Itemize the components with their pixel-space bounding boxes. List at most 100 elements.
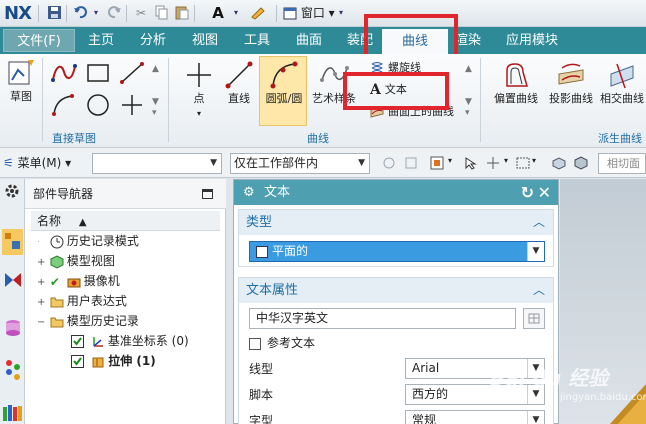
text-properties-header[interactable]: 文本属性 ︿ [239, 278, 553, 303]
type-section: 类型 ︿ 平面的 ▼ [238, 209, 554, 267]
dialog-settings-icon[interactable]: ⚙ [243, 180, 255, 205]
tab-assembly[interactable]: 装配 [340, 27, 380, 54]
shaded-view-icon[interactable] [552, 156, 566, 170]
intersect-curve-icon [610, 63, 634, 89]
rectangle-icon [87, 64, 109, 82]
line-type-label: 线型 [249, 362, 274, 376]
tab-render[interactable]: 渲染 [448, 27, 488, 54]
group-label-direct-sketch: 直接草图 [52, 132, 96, 145]
rectangle-select-icon[interactable] [516, 156, 530, 170]
type-section-header[interactable]: 类型 ︿ [239, 210, 553, 235]
close-icon[interactable]: ✕ [538, 180, 551, 205]
sketch-line-button[interactable] [118, 60, 146, 89]
model-view-icon [50, 254, 64, 269]
baidu-watermark-url: jingyan.baidu.com [560, 392, 646, 403]
tab-view[interactable]: 视图 [184, 27, 226, 54]
checkbox-checked-icon [71, 355, 84, 368]
constraint-navigator-icon[interactable] [3, 317, 23, 342]
clock-icon [50, 235, 64, 248]
cut-icon[interactable]: ✂ [133, 5, 149, 21]
text-options-button[interactable] [523, 308, 545, 329]
snap-point-icon[interactable] [430, 156, 444, 170]
sketch-button[interactable]: 草图 [4, 58, 38, 104]
column-header-name[interactable]: 名称 ▲ [31, 211, 220, 231]
gallery-scroll[interactable]: ▲ ▼ ▾ [152, 64, 159, 119]
snap-settings-icon[interactable] [382, 156, 396, 170]
rectangle-dropdown-icon[interactable]: ▾ [532, 156, 546, 170]
file-menu[interactable]: 文件(F) [3, 29, 75, 52]
reuse-library-icon[interactable] [2, 401, 23, 424]
tree-row-history-mode[interactable]: · 历史记录模式 [37, 231, 139, 251]
tab-home[interactable]: 主页 [80, 27, 122, 54]
part-navigator: 部件导航器 名称 ▲ · 历史记录模式 + 模型视图 + ✔ 摄像机 + 用户表… [25, 179, 226, 424]
point-button[interactable]: 点 ▾ [182, 60, 216, 119]
cut-plane-field[interactable]: 相切面 [598, 153, 646, 174]
circle-button[interactable] [84, 92, 112, 121]
maximize-icon[interactable] [202, 189, 213, 199]
chevron-down-icon: ▼ [527, 242, 544, 261]
type-filter-combo[interactable]: ▼ [92, 153, 222, 174]
paste-icon[interactable] [173, 5, 189, 21]
pencil-icon[interactable] [250, 5, 266, 21]
window-menu[interactable]: 窗口 ▾ [283, 4, 335, 23]
selection-scope-combo[interactable]: 仅在工作部件内 ▼ [230, 153, 370, 174]
helix-icon [371, 62, 383, 73]
tree-row-model-views[interactable]: + 模型视图 [37, 251, 115, 271]
customize-dropdown-icon[interactable]: ▾ [333, 5, 349, 21]
tab-application-modules[interactable]: 应用模块 [496, 27, 568, 54]
sketch-point-button[interactable] [118, 92, 146, 121]
assembly-navigator-icon[interactable] [3, 269, 23, 294]
undo-icon[interactable] [72, 5, 88, 21]
text-input[interactable]: 中华汉字英文 [249, 308, 516, 329]
text-dropdown-icon[interactable]: ▾ [228, 5, 244, 21]
tree-row-user-expressions[interactable]: + 用户表达式 [37, 291, 127, 311]
font-style-select[interactable]: 常规 ▼ [405, 410, 545, 424]
settings-gear-icon[interactable] [4, 183, 20, 202]
arc-circle-button[interactable]: 圆弧/圆 [260, 60, 308, 106]
copy-icon[interactable] [153, 5, 169, 21]
snap-dropdown-icon[interactable]: ▾ [448, 156, 462, 170]
line-button[interactable]: 直线 [222, 60, 256, 106]
part-navigator-tab-icon[interactable] [2, 229, 23, 255]
tab-tools[interactable]: 工具 [236, 27, 278, 54]
helix-button[interactable]: 螺旋线 [370, 58, 421, 78]
arc-icon [52, 94, 74, 116]
save-icon[interactable] [46, 5, 62, 21]
select-all-icon[interactable] [464, 156, 478, 170]
curve-gallery-scroll[interactable]: ▲ ▼ ▾ [465, 64, 472, 119]
sketch-arc-button[interactable] [50, 92, 78, 121]
art-spline-button[interactable]: 艺术样条 [310, 60, 358, 106]
tree-row-model-history[interactable]: − 模型历史记录 [37, 311, 139, 331]
resource-bar [0, 179, 25, 424]
studio-spline-button[interactable] [50, 60, 78, 89]
reference-text-checkbox[interactable]: 参考文本 [249, 334, 315, 352]
tab-analysis[interactable]: 分析 [132, 27, 174, 54]
reset-icon[interactable]: ↻ [521, 180, 534, 205]
tree-row-datum-csys[interactable]: 基准坐标系 (0) [71, 331, 189, 351]
main-menu-dropdown[interactable]: ⚟ 菜单(M) ▾ [3, 154, 71, 171]
selection-filter-icon[interactable] [404, 156, 418, 170]
planar-icon [256, 245, 268, 258]
redo-icon[interactable] [106, 5, 122, 21]
rectangle-button[interactable] [84, 60, 112, 89]
offset-curve-button[interactable]: 偏置曲线 [490, 60, 542, 106]
undo-dropdown-icon[interactable]: ▾ [88, 5, 104, 21]
collapse-icon: ︿ [532, 283, 545, 297]
tree-row-extrude[interactable]: 拉伸 (1) [71, 351, 156, 371]
intersect-curve-button[interactable]: 相交曲线 [598, 60, 646, 106]
history-navigator-icon[interactable] [4, 359, 22, 386]
tab-curve[interactable]: 曲线 [382, 29, 448, 54]
cross-select-icon[interactable] [486, 156, 500, 170]
chevron-down-icon: ▼ [527, 411, 544, 424]
separator [38, 5, 39, 22]
tree-row-cameras[interactable]: + ✔ 摄像机 [37, 271, 120, 291]
type-select[interactable]: 平面的 ▼ [249, 241, 545, 262]
text-icon[interactable]: A [210, 5, 226, 21]
tab-surface[interactable]: 曲面 [288, 27, 330, 54]
project-curve-button[interactable]: 投影曲线 [545, 60, 597, 106]
art-spline-icon [320, 66, 349, 82]
text-button[interactable]: A 文本 [370, 80, 407, 100]
separator [194, 5, 195, 22]
curve-on-surface-button[interactable]: 曲面上的曲线 [370, 102, 454, 122]
cube-icon[interactable] [574, 156, 588, 170]
